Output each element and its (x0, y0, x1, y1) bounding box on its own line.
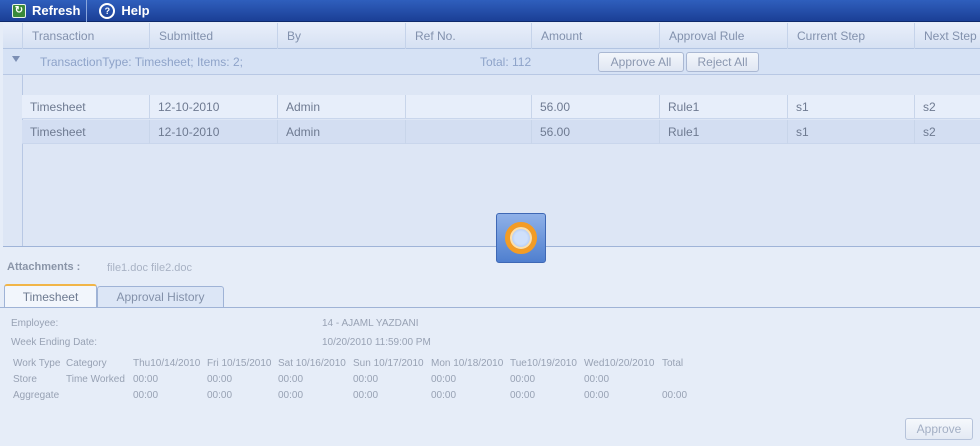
loading-indicator (496, 213, 546, 263)
time-worked-label: Time Worked (66, 374, 125, 385)
group-total: Total: 112 (480, 55, 532, 69)
week-ending-value: 10/20/2010 11:59:00 PM (322, 337, 431, 348)
aggregate-cell: 00:00 (278, 390, 304, 401)
cell-transaction: Timesheet (30, 100, 86, 114)
day-header: Sat 10/16/2010 (278, 358, 346, 369)
day-header: Mon 10/18/2010 (431, 358, 504, 369)
tab-timesheet[interactable]: Timesheet (4, 284, 97, 308)
store-time-cell: 00:00 (353, 374, 379, 385)
refresh-button[interactable]: ↻ Refresh (0, 0, 86, 22)
store-time-cell: 00:00 (584, 374, 610, 385)
aggregate-label: Aggregate (13, 390, 60, 401)
cell-by: Admin (277, 120, 405, 144)
approve-all-button[interactable]: Approve All (598, 52, 684, 72)
aggregate-cell: 00:00 (207, 390, 233, 401)
grid-header: Transaction Submitted By Ref No. Amount … (3, 23, 980, 49)
refresh-icon: ↻ (12, 3, 26, 18)
toolbar: ↻ Refresh ? Help (0, 0, 980, 22)
transactions-grid: Transaction Submitted By Ref No. Amount … (3, 23, 980, 247)
group-row: TransactionType: Timesheet; Items: 2; To… (3, 49, 980, 75)
cell-ref-no (405, 95, 531, 119)
column-header-ref-no[interactable]: Ref No. (405, 23, 531, 49)
cell-current-step: s1 (787, 95, 914, 119)
column-header-by[interactable]: By (277, 23, 405, 49)
column-header-amount[interactable]: Amount (531, 23, 659, 49)
employee-label: Employee: (11, 318, 59, 329)
col-category: Category (66, 358, 107, 369)
help-button[interactable]: ? Help (86, 0, 155, 22)
cell-by: Admin (277, 95, 405, 119)
cell-next-step: s2 (914, 120, 980, 144)
day-header: Wed10/20/2010 (584, 358, 655, 369)
aggregate-total-cell: 00:00 (662, 390, 688, 401)
employee-value: 14 - AJAML YAZDANI (322, 318, 419, 329)
aggregate-cell: 00:00 (353, 390, 379, 401)
help-label: Help (121, 3, 150, 18)
column-header-current-step[interactable]: Current Step (787, 23, 914, 49)
column-header-transaction[interactable]: Transaction (22, 23, 149, 49)
cell-next-step: s2 (914, 95, 980, 119)
reject-all-button[interactable]: Reject All (686, 52, 759, 72)
attachments-label: Attachments : (7, 261, 81, 273)
collapse-arrow-icon[interactable] (12, 56, 20, 62)
cell-submitted: 12-10-2010 (149, 120, 277, 144)
store-time-cell: 00:00 (133, 374, 159, 385)
day-header: Sun 10/17/2010 (353, 358, 424, 369)
week-ending-label: Week Ending Date: (11, 337, 97, 348)
cell-amount: 56.00 (531, 95, 659, 119)
loading-ring-icon (505, 222, 537, 254)
table-row[interactable]: Timesheet 12-10-2010 Admin 56.00 Rule1 s… (22, 120, 980, 144)
cell-approval-rule: Rule1 (659, 95, 787, 119)
refresh-label: Refresh (32, 3, 81, 18)
group-label: TransactionType: Timesheet; Items: 2; (40, 55, 243, 69)
store-label: Store (13, 374, 37, 385)
cell-approval-rule: Rule1 (659, 120, 787, 144)
store-time-cell: 00:00 (431, 374, 457, 385)
aggregate-cell: 00:00 (510, 390, 536, 401)
table-row[interactable]: Timesheet 12-10-2010 Admin 56.00 Rule1 s… (22, 95, 980, 119)
tab-approval-history[interactable]: Approval History (97, 286, 224, 308)
column-header-next-step[interactable]: Next Step (914, 23, 980, 49)
approve-button[interactable]: Approve (905, 418, 973, 440)
cell-ref-no (405, 120, 531, 144)
help-icon: ? (99, 2, 116, 19)
cell-amount: 56.00 (531, 120, 659, 144)
day-header: Tue10/19/2010 (510, 358, 577, 369)
cell-transaction: Timesheet (30, 125, 86, 139)
store-time-cell: 00:00 (510, 374, 536, 385)
attachments-files[interactable]: file1.doc file2.doc (107, 262, 192, 274)
col-work-type: Work Type (13, 358, 61, 369)
store-time-cell: 00:00 (278, 374, 304, 385)
day-header: Thu10/14/2010 (133, 358, 201, 369)
cell-submitted: 12-10-2010 (149, 95, 277, 119)
column-header-submitted[interactable]: Submitted (149, 23, 277, 49)
cell-current-step: s1 (787, 120, 914, 144)
day-header-total: Total (662, 358, 684, 369)
aggregate-cell: 00:00 (431, 390, 457, 401)
aggregate-cell: 00:00 (584, 390, 610, 401)
tab-divider (0, 307, 980, 308)
aggregate-cell: 00:00 (133, 390, 159, 401)
store-time-cell: 00:00 (207, 374, 233, 385)
column-header-approval-rule[interactable]: Approval Rule (659, 23, 787, 49)
day-header: Fri 10/15/2010 (207, 358, 272, 369)
